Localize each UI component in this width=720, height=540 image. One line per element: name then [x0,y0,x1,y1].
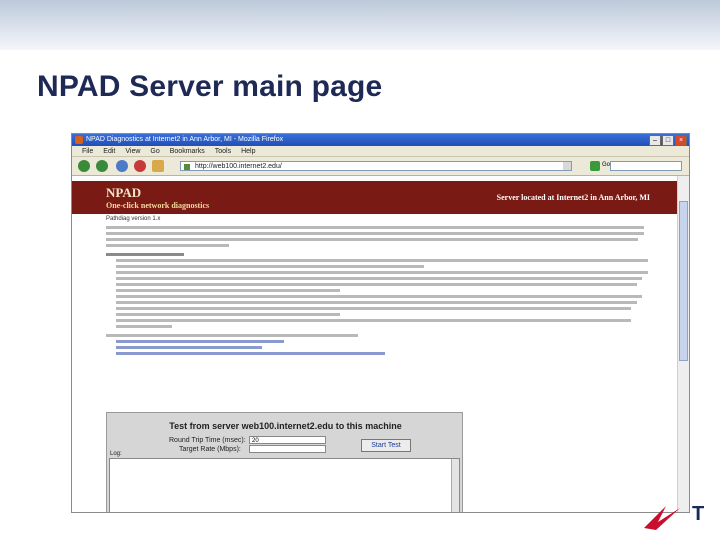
section-heading-line [106,253,185,256]
text-line [106,226,644,229]
diagnostic-applet: Test from server web100.internet2.edu to… [106,412,463,512]
server-location: Server located at Internet2 in Ann Arbor… [496,193,650,202]
page-body-text: Pathdiag version 1.x [106,216,666,358]
link-line[interactable] [116,352,385,355]
menu-bookmarks[interactable]: Bookmarks [170,146,205,156]
go-label[interactable]: Go [602,162,610,168]
list-item-line [116,301,637,304]
reload-icon[interactable] [116,160,128,172]
list-item-line [116,283,637,286]
page-content: NPAD One-click network diagnostics Serve… [72,176,689,512]
address-text: http://web100.internet2.edu/ [195,163,282,170]
link-line[interactable] [116,346,262,349]
start-test-button[interactable]: Start Test [361,439,411,452]
text-line [106,244,230,247]
list-item-line [116,259,648,262]
rate-label: Target Rate (Mbps): [179,446,241,453]
page-scrollbar[interactable] [677,176,689,512]
back-icon[interactable] [78,160,90,172]
stop-icon[interactable] [134,160,146,172]
list-item-line [116,271,648,274]
window-title: NPAD Diagnostics at Internet2 in Ann Arb… [86,136,284,143]
list-item-line [116,265,424,268]
minimize-button[interactable]: – [649,135,661,146]
list-item-line [116,295,643,298]
applet-heading: Test from server web100.internet2.edu to… [169,421,402,431]
home-icon[interactable] [152,160,164,172]
list-item-line [116,313,340,316]
menu-edit[interactable]: Edit [103,146,115,156]
window-controls: – □ × [649,135,687,146]
forward-icon[interactable] [96,160,108,172]
window-titlebar: NPAD Diagnostics at Internet2 in Ann Arb… [72,134,689,146]
page-icon [184,164,190,170]
list-item-line [116,325,172,328]
slide-title: NPAD Server main page [37,70,383,103]
text-line [106,238,638,241]
logo-swoosh [644,506,680,530]
tagline: One-click network diagnostics [106,201,210,210]
log-scrollbar[interactable] [451,459,459,512]
version-line: Pathdiag version 1.x [106,216,161,222]
menu-tools[interactable]: Tools [215,146,231,156]
slide-header-band [0,0,720,50]
list-item-line [116,289,340,292]
menu-help[interactable]: Help [241,146,255,156]
menu-file[interactable]: File [82,146,93,156]
log-label: Log: [110,451,122,457]
npad-banner: NPAD One-click network diagnostics Serve… [72,181,678,214]
logo-mark: T [692,503,704,525]
scrollbar-thumb[interactable] [679,201,688,361]
rtt-label: Round Trip Time (msec): [169,437,246,444]
link-line[interactable] [116,340,284,343]
log-textarea[interactable] [109,458,460,512]
rtt-input[interactable]: 20 [249,436,326,444]
search-input[interactable] [610,161,682,171]
menu-bar: File Edit View Go Bookmarks Tools Help [72,146,689,157]
maximize-button[interactable]: □ [662,135,674,146]
close-button[interactable]: × [675,135,687,146]
list-item-line [116,277,643,280]
menu-go[interactable]: Go [150,146,159,156]
navigation-toolbar: http://web100.internet2.edu/ Go [72,157,689,176]
address-bar[interactable]: http://web100.internet2.edu/ [180,161,572,171]
go-icon[interactable] [590,161,600,171]
list-item-line [116,319,632,322]
internet2-logo: T [644,503,704,530]
list-item-line [116,307,632,310]
browser-screenshot: NPAD Diagnostics at Internet2 in Ann Arb… [71,133,690,513]
menu-view[interactable]: View [125,146,140,156]
firefox-icon [75,136,83,144]
npad-logo-text: NPAD [106,185,142,200]
rate-input[interactable] [249,445,326,453]
text-line [106,334,358,337]
address-dropdown-icon[interactable] [563,162,571,170]
text-line [106,232,644,235]
